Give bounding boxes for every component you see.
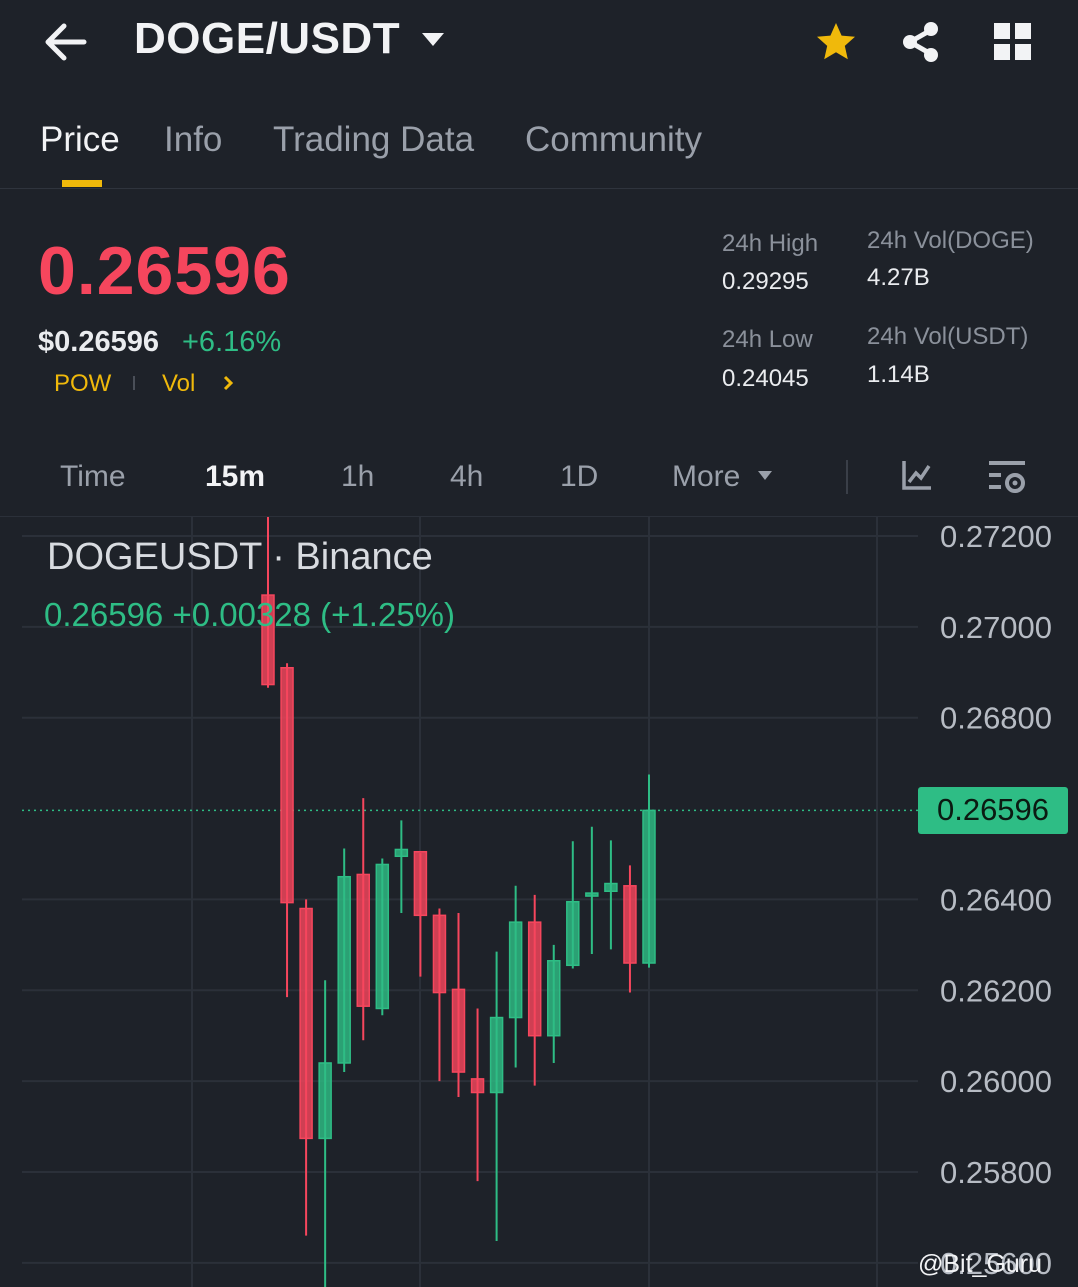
star-icon[interactable] (814, 20, 858, 64)
candle-body (375, 863, 390, 1010)
candle-body (547, 960, 561, 1037)
high-label: 24h High (722, 230, 819, 257)
chart-title: DOGEUSDT · Binance (47, 536, 433, 578)
candle-down (356, 798, 370, 1041)
y-tick-label: 0.26200 (940, 973, 1052, 1008)
active-tab-indicator (62, 180, 102, 187)
usd-price: $0.26596 (38, 326, 159, 358)
candle-up (489, 951, 504, 1242)
last-price: 0.26596 (38, 233, 291, 309)
candle-body (280, 666, 294, 904)
interval-1h[interactable]: 1h (341, 460, 374, 494)
candle-up (318, 980, 332, 1287)
grid-menu-icon[interactable] (994, 23, 1032, 61)
back-arrow-icon[interactable] (40, 18, 92, 66)
candle-down (451, 913, 466, 1098)
candle-down (527, 894, 542, 1086)
vol-base-label: 24h Vol(DOGE) (867, 227, 1034, 254)
candle-body (299, 907, 313, 1140)
tab-price[interactable]: Price (40, 120, 120, 160)
watermark: @Bit_Guru (918, 1250, 1043, 1278)
candle-body (642, 809, 656, 964)
candle-body (451, 988, 466, 1073)
candle-body (432, 914, 447, 994)
y-tick-label: 0.25800 (940, 1155, 1052, 1190)
candle-body (604, 882, 618, 893)
tab-info[interactable]: Info (164, 120, 222, 160)
candle-up (604, 840, 618, 950)
tag-divider (133, 376, 135, 390)
caret-down-icon[interactable] (757, 470, 773, 481)
candle-up (585, 826, 599, 954)
chart-settings-icon[interactable] (988, 458, 1028, 496)
chart-summary: 0.26596 +0.00328 (+1.25%) (44, 596, 456, 633)
candle-body (470, 1078, 485, 1094)
y-tick-label: 0.26800 (940, 701, 1052, 736)
candle-body (356, 873, 370, 1007)
candle-up (642, 774, 656, 968)
candle-body (585, 892, 599, 897)
candle-up (547, 944, 561, 1063)
pair-title[interactable]: DOGE/USDT (134, 14, 400, 64)
vol-quote-value: 1.14B (867, 361, 930, 388)
y-tick-label: 0.26400 (940, 882, 1052, 917)
interval-15m[interactable]: 15m (205, 460, 265, 494)
interval-time[interactable]: Time (60, 460, 126, 494)
interval-more[interactable]: More (672, 460, 740, 494)
candle-body (508, 921, 523, 1019)
tag-pow[interactable]: POW (54, 370, 111, 398)
vol-base-value: 4.27B (867, 264, 930, 291)
y-tick-label: 0.26000 (940, 1064, 1052, 1099)
y-tick-label: 0.27200 (940, 519, 1052, 554)
candle-body (413, 850, 428, 917)
interval-divider (846, 460, 848, 494)
tabs-divider (0, 188, 1078, 189)
candle-body (318, 1062, 332, 1140)
high-value: 0.29295 (722, 268, 809, 295)
candle-down (432, 908, 447, 1082)
chevron-right-icon[interactable] (222, 374, 234, 392)
caret-down-icon[interactable] (420, 30, 446, 48)
share-icon[interactable] (900, 20, 942, 64)
candle-down (470, 1008, 485, 1182)
candle-down (299, 899, 313, 1236)
candle-body (394, 848, 409, 858)
candle-down (280, 663, 294, 998)
vol-quote-label: 24h Vol(USDT) (867, 323, 1029, 350)
y-tick-label: 0.27000 (940, 610, 1052, 645)
candle-body (527, 921, 542, 1037)
candle-up (375, 858, 390, 1016)
candle-body (623, 885, 637, 964)
candle-down (413, 850, 428, 977)
interval-1d[interactable]: 1D (560, 460, 598, 494)
candle-up (566, 841, 580, 969)
low-value: 0.24045 (722, 365, 809, 392)
candle-body (566, 900, 580, 967)
tab-community[interactable]: Community (525, 120, 702, 160)
candle-body (337, 875, 351, 1064)
candle-down (623, 865, 637, 993)
tag-vol[interactable]: Vol (162, 370, 195, 398)
interval-4h[interactable]: 4h (450, 460, 483, 494)
candle-up (337, 848, 351, 1073)
percent-change: +6.16% (182, 326, 282, 358)
candle-body (489, 1016, 504, 1094)
tab-trading-data[interactable]: Trading Data (273, 120, 474, 160)
indicator-icon[interactable] (900, 458, 934, 492)
candle-up (508, 885, 523, 1068)
last-price-label: 0.26596 (936, 792, 1050, 827)
low-label: 24h Low (722, 326, 813, 353)
